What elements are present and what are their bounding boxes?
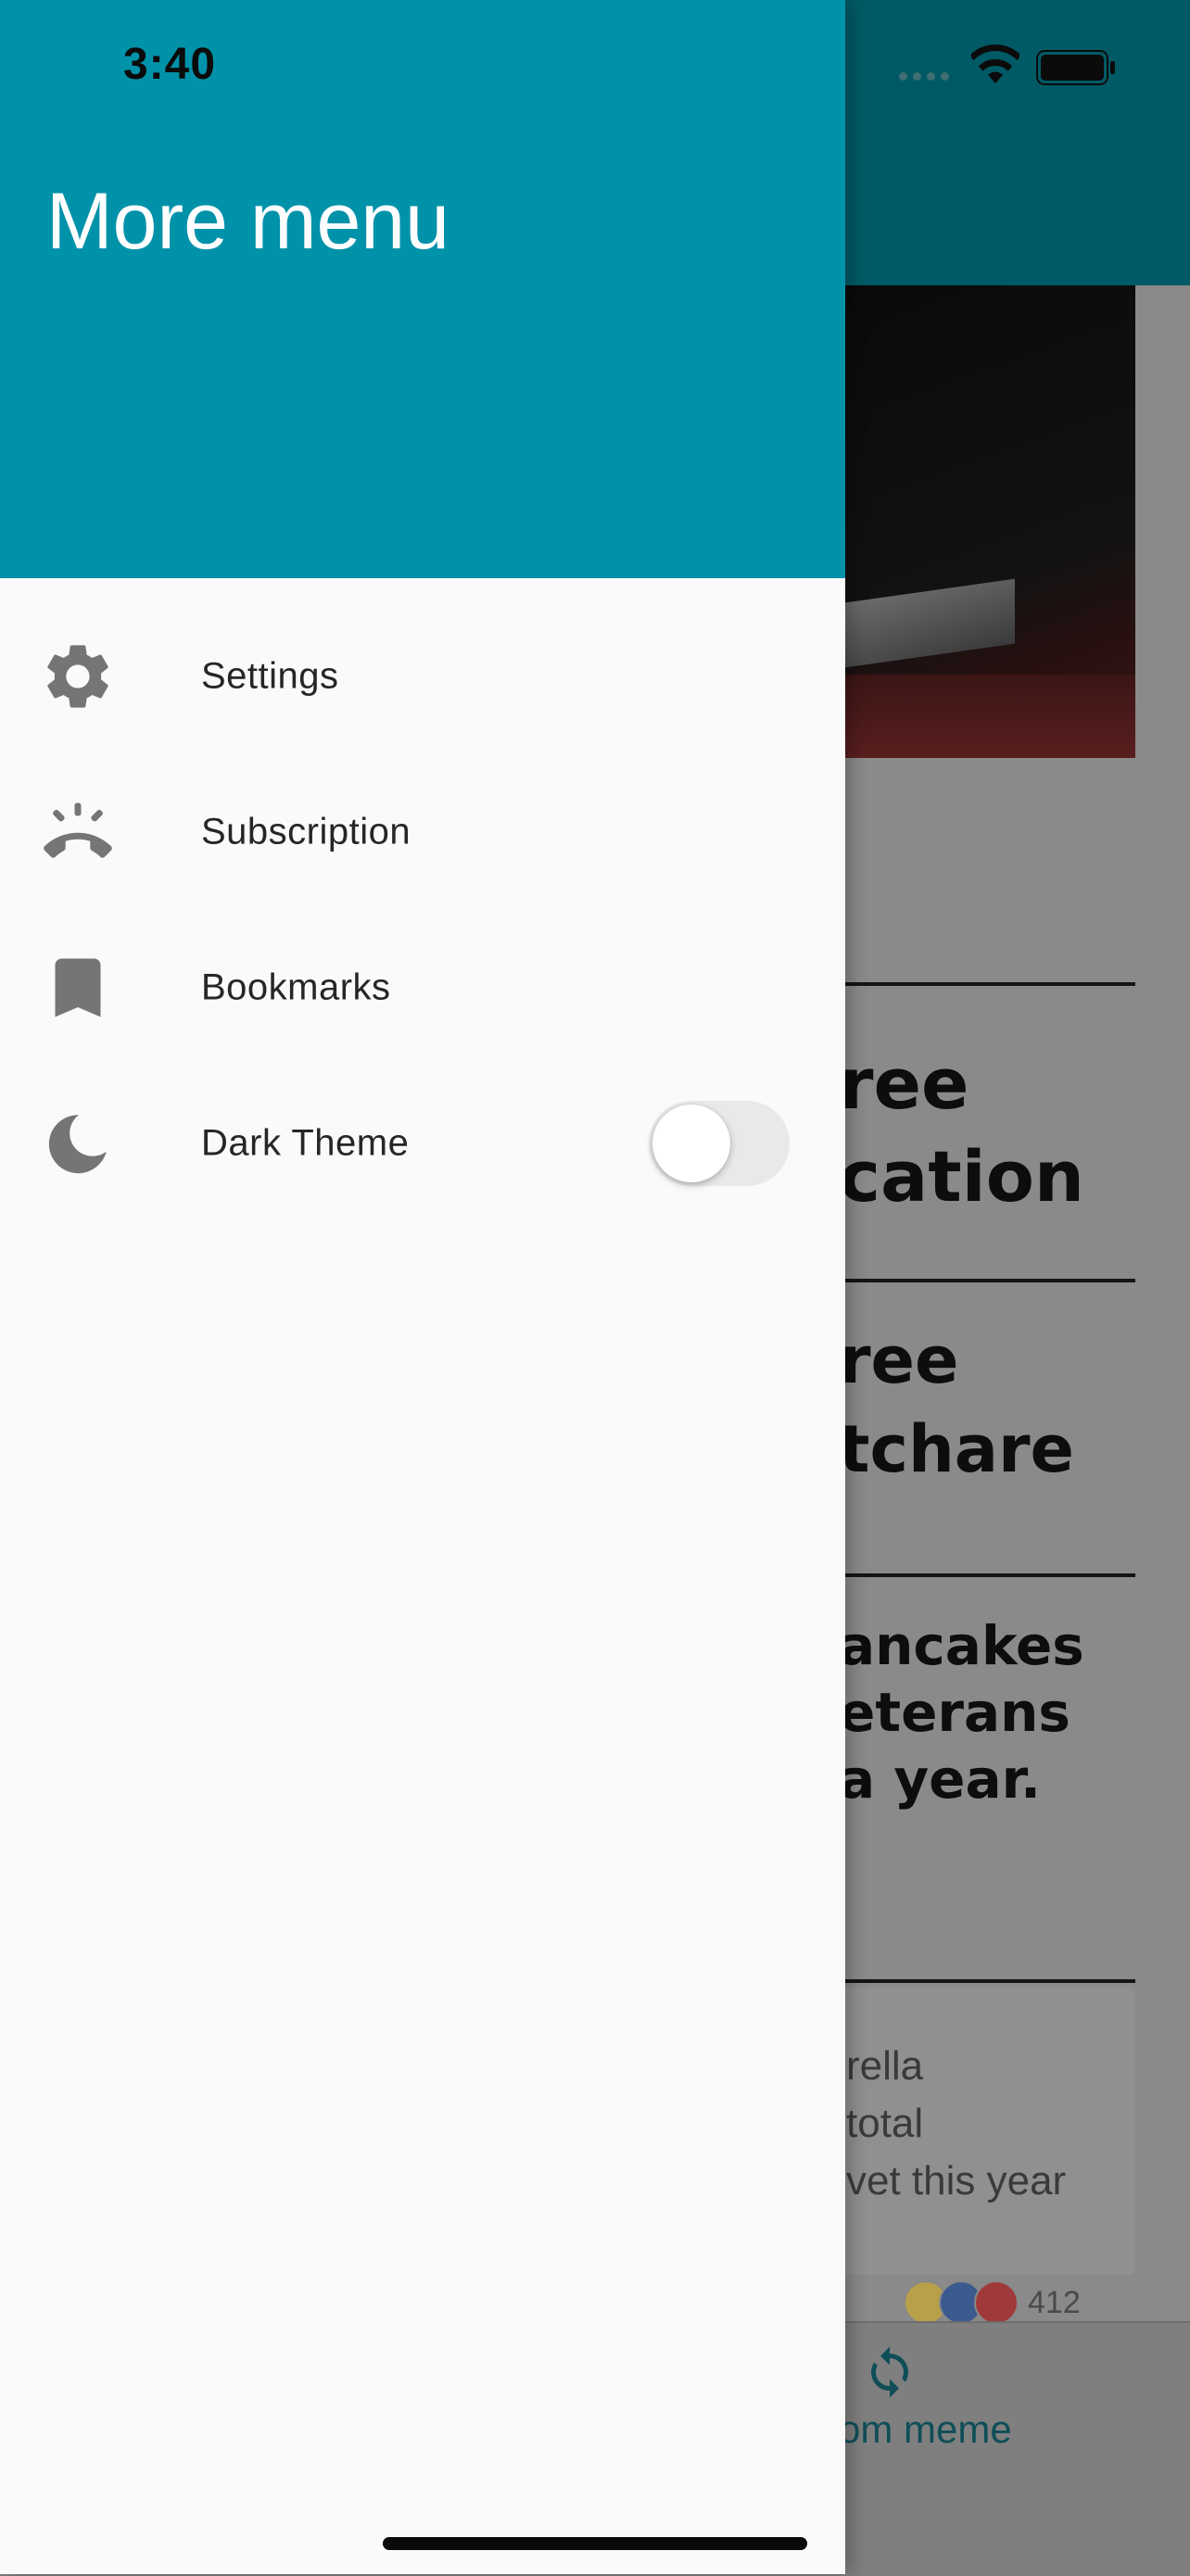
- subscription-icon: [44, 802, 112, 858]
- meme-text-image: ree cation ree tchare ancakes eterans a …: [839, 982, 1135, 1983]
- comment-line: rella: [846, 2043, 924, 2089]
- cellular-signal-icon: [899, 72, 949, 81]
- meme-text-line-4: tchare: [839, 1411, 1075, 1487]
- meme-text-line: ree tchare: [839, 1316, 1135, 1494]
- comment-line: total: [846, 2101, 924, 2146]
- dark-theme-toggle[interactable]: [649, 1101, 790, 1186]
- reaction-count: 412: [1028, 2284, 1081, 2320]
- meme-text-line: ree cation: [839, 1038, 1135, 1223]
- meme-photo-shape: [839, 675, 1135, 758]
- home-indicator: [383, 2537, 807, 2550]
- refresh-icon: [871, 2346, 908, 2398]
- wifi-icon: [971, 44, 1019, 83]
- moon-icon: [48, 1115, 107, 1174]
- toggle-knob: [652, 1105, 730, 1182]
- love-reaction-icon: [974, 2280, 1019, 2325]
- menu-item-label: Bookmarks: [201, 966, 391, 1008]
- reactions-row: 412: [904, 2279, 1081, 2326]
- status-bar-time: 3:40: [123, 40, 217, 89]
- menu-item-bookmarks[interactable]: Bookmarks: [0, 910, 845, 1066]
- gear-icon: [47, 645, 108, 708]
- meme-text-line: ancakes eterans a year.: [839, 1612, 1135, 1812]
- menu-item-dark-theme: Dark Theme: [0, 1066, 845, 1221]
- bookmark-icon: [55, 958, 101, 1017]
- navigation-drawer: More menu Settings Subscription Bookmark…: [0, 0, 845, 2574]
- meme-text-line-5: ancakes: [839, 1614, 1084, 1677]
- menu-item-label: Settings: [201, 655, 339, 697]
- meme-text-line-7: a year.: [839, 1748, 1041, 1811]
- meme-divider: [839, 1979, 1135, 1983]
- meme-photo: [839, 285, 1135, 758]
- meme-text-line-6: eterans: [839, 1681, 1070, 1744]
- random-meme-button-label: om meme: [839, 2407, 1012, 2451]
- meme-divider: [839, 1279, 1135, 1282]
- meme-text-line-2: cation: [839, 1135, 1085, 1218]
- meme-photo-stripe: [839, 578, 1015, 669]
- menu-item-label: Subscription: [201, 811, 411, 852]
- drawer-title: More menu: [46, 177, 449, 266]
- menu-item-subscription[interactable]: Subscription: [0, 754, 845, 910]
- menu-item-label: Dark Theme: [201, 1122, 410, 1164]
- meme-divider: [839, 1573, 1135, 1577]
- meme-divider: [839, 982, 1135, 986]
- comment-line: vet this year: [846, 2158, 1067, 2203]
- battery-icon: [1036, 50, 1115, 85]
- menu-item-settings[interactable]: Settings: [0, 599, 845, 754]
- meme-text-line-1: ree: [839, 1042, 969, 1125]
- meme-text-line-3: ree: [839, 1322, 959, 1398]
- comment-card: rella total vet this year: [839, 1988, 1135, 2275]
